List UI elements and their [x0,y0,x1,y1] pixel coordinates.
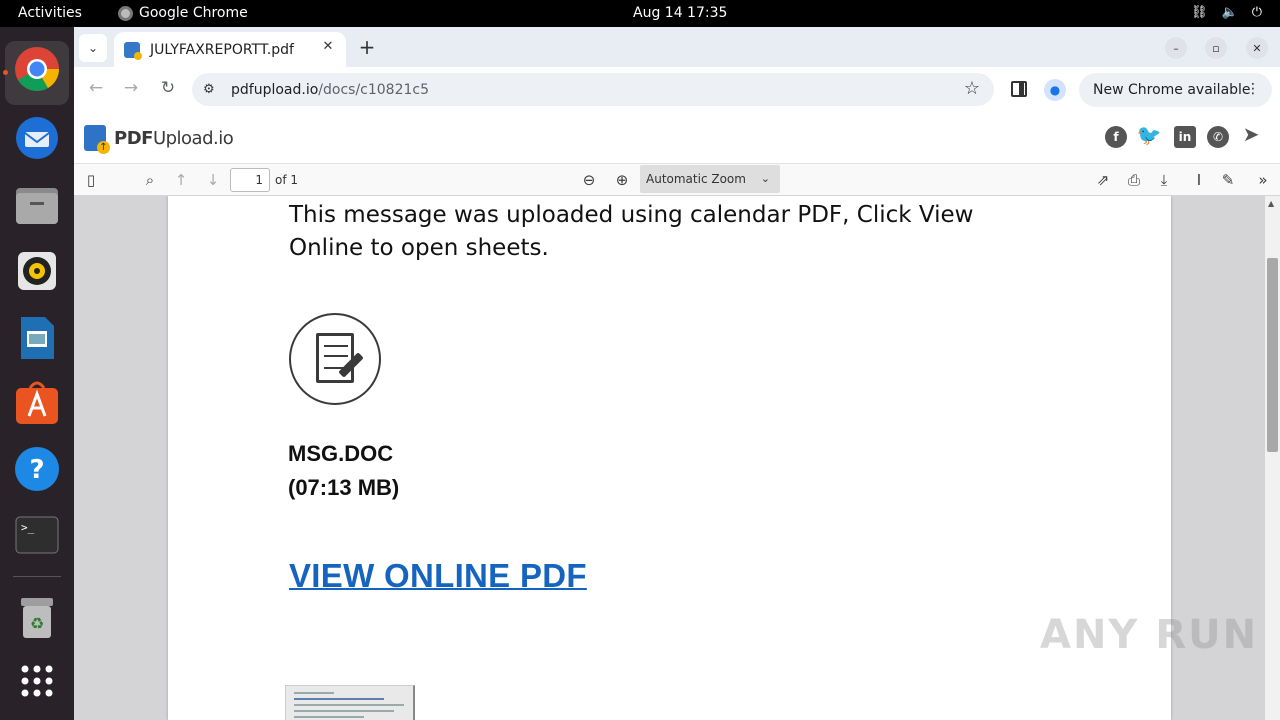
running-indicator [3,70,8,75]
forward-button[interactable]: → [119,78,143,102]
site-header: PDFUpload.io f 🐦 in ✆ ➤ [74,113,1280,164]
vertical-scrollbar[interactable]: ▲ [1265,196,1280,720]
download-icon[interactable]: ⤓ [1153,169,1175,191]
tab-title: JULYFAXREPORTT.pdf [150,41,294,58]
file-size: (07:13 MB) [288,475,400,500]
text-select-icon[interactable]: I [1188,169,1210,191]
telegram-icon[interactable]: ➤ [1240,122,1262,146]
help-icon[interactable]: ? [13,445,61,493]
chevron-down-icon: ⌄ [760,172,770,185]
print-icon[interactable]: ⎙ [1123,169,1145,191]
find-search-icon[interactable]: ⌕ [139,169,161,191]
side-panel-icon[interactable] [1011,81,1027,97]
view-online-pdf-link[interactable]: VIEW ONLINE PDF [289,557,587,595]
draw-pen-icon[interactable]: ✎ [1217,169,1239,191]
document-edit-icon [289,313,381,405]
twitter-icon[interactable]: 🐦 [1137,123,1162,147]
sidebar-toggle-icon[interactable]: ▯ [80,169,102,191]
gnome-top-bar: Activities Google Chrome Aug 14 17:35 ⛓ … [0,0,1280,27]
scrollbar-thumb[interactable] [1267,258,1278,452]
thunderbird-icon[interactable] [13,114,61,162]
writer-icon[interactable] [13,314,61,362]
pdf-page: This message was uploaded using calendar… [168,196,1171,720]
chevron-down-icon: ⌄ [87,41,99,55]
previous-page-icon[interactable]: ↑ [170,169,192,191]
facebook-icon[interactable]: f [1105,126,1127,148]
more-menu-icon[interactable]: ⋮ [1246,81,1260,97]
app-grid-icon[interactable] [13,657,61,705]
next-page-icon[interactable]: ↓ [202,169,224,191]
volume-icon: 🔈 [1221,5,1238,20]
update-label: New Chrome available [1093,82,1251,98]
open-external-icon[interactable]: ⇗ [1092,169,1114,191]
brand-name-bold: PDF [114,127,153,149]
scroll-up-arrow-icon[interactable]: ▲ [1268,199,1274,208]
url-host: pdfupload.io [231,81,319,98]
svg-text:?: ? [29,455,44,485]
file-name: MSG.DOC [288,441,394,466]
file-info: MSG.DOC (07:13 MB) [288,437,399,505]
close-tab-icon[interactable]: ✕ [318,39,338,59]
brand-logo[interactable]: PDFUpload.io [84,125,234,154]
chrome-icon[interactable] [13,45,61,93]
tab-strip: ⌄ JULYFAXREPORTT.pdf ✕ + – ▫ ✕ [74,27,1280,67]
update-chrome-button[interactable]: New Chrome available ⋮ [1079,73,1272,107]
tools-more-icon[interactable]: » [1252,169,1274,191]
activities-button[interactable]: Activities [18,5,82,21]
app-center-icon[interactable] [13,379,61,427]
dock: ? >_ ♻ [0,27,74,720]
browser-toolbar: ← → ↻ ⚙ pdfupload.io/docs/c10821c5 ☆ ● N… [74,67,1280,113]
site-info-icon[interactable]: ⚙ [203,82,219,97]
trash-icon[interactable]: ♻ [13,593,61,641]
zoom-out-icon[interactable]: ⊖ [578,169,600,191]
pdfupload-favicon-icon [124,41,142,60]
zoom-in-icon[interactable]: ⊕ [611,169,633,191]
power-icon: ⏻ [1251,5,1262,20]
whatsapp-icon[interactable]: ✆ [1207,126,1229,148]
linkedin-icon[interactable]: in [1174,126,1196,148]
svg-text:>_: >_ [21,521,35,534]
app-name: Google Chrome [139,5,248,21]
zoom-select[interactable]: Automatic Zoom ⌄ [640,165,780,193]
page-number-input[interactable]: 1 [230,168,270,192]
page-count: of 1 [275,173,299,187]
tab-active[interactable]: JULYFAXREPORTT.pdf ✕ [114,32,346,67]
files-icon[interactable] [13,181,61,229]
clock[interactable]: Aug 14 17:35 [633,5,727,21]
minimize-button[interactable]: – [1165,37,1187,59]
network-icon: ⛓ [1191,5,1208,20]
app-menu[interactable]: Google Chrome [118,5,248,21]
chrome-small-icon [118,5,133,21]
maximize-button[interactable]: ▫ [1205,37,1227,59]
address-bar[interactable]: ⚙ pdfupload.io/docs/c10821c5 ☆ [192,73,994,106]
dock-separator [13,576,61,577]
anyrun-watermark: ANY RUN [1040,612,1259,658]
bookmark-star-icon[interactable]: ☆ [964,78,980,99]
brand-name-rest: Upload.io [152,127,234,149]
message-text: This message was uploaded using calendar… [289,202,974,261]
terminal-icon[interactable]: >_ [13,511,61,559]
reload-button[interactable]: ↻ [156,78,180,102]
url-path: /docs/c10821c5 [318,81,430,98]
document-preview-thumbnail[interactable] [285,685,415,720]
svg-text:♻: ♻ [30,614,44,633]
tab-search-button[interactable]: ⌄ [79,34,107,62]
back-button[interactable]: ← [84,78,108,102]
new-tab-button[interactable]: + [355,35,379,59]
system-tray[interactable]: ⛓ 🔈 ⏻ [1191,5,1262,20]
rhythmbox-icon[interactable] [13,247,61,295]
zoom-value: Automatic Zoom [646,172,746,186]
pdfupload-logo-icon [84,125,110,154]
profile-avatar-icon[interactable]: ● [1044,79,1066,101]
pdf-viewer-toolbar: ▯ ⌕ ↑ ↓ 1 of 1 ⊖ ⊕ Automatic Zoom ⌄ ⇗ ⎙ … [74,164,1280,196]
close-window-button[interactable]: ✕ [1246,37,1268,59]
